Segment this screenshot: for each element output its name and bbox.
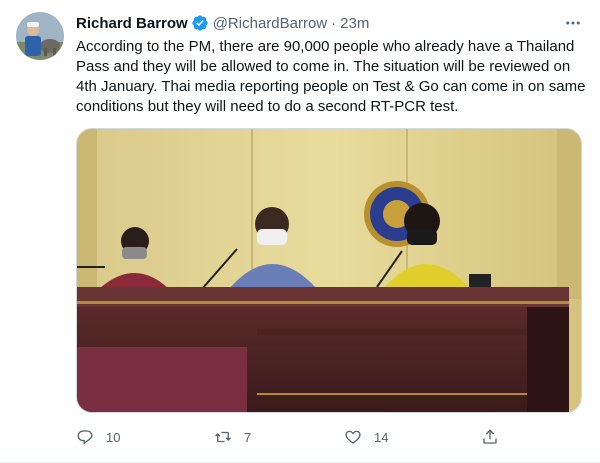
reply-button[interactable]: 10 [76, 428, 120, 446]
like-count: 14 [374, 429, 389, 445]
press-conference-photo [77, 129, 581, 412]
tweet-actions: 10 7 14 [76, 426, 506, 448]
tweet-timestamp[interactable]: 23m [340, 15, 369, 32]
tweet-card[interactable]: Richard Barrow @RichardBarrow · 23m Acco… [0, 0, 600, 463]
share-button[interactable] [481, 428, 499, 446]
heart-icon [345, 430, 361, 444]
header-separator: · [331, 14, 337, 32]
retweet-button[interactable]: 7 [214, 428, 251, 446]
tweet-media-photo[interactable] [76, 128, 582, 413]
more-dots-icon[interactable] [560, 10, 586, 36]
reply-count: 10 [106, 429, 121, 445]
avatar-image [16, 12, 64, 60]
avatar[interactable] [16, 12, 64, 60]
like-button[interactable]: 14 [344, 428, 388, 446]
author-handle[interactable]: @RichardBarrow [213, 15, 327, 32]
share-icon [483, 429, 497, 444]
verified-badge-icon [191, 14, 209, 32]
retweet-icon [215, 431, 231, 443]
author-name[interactable]: Richard Barrow [76, 15, 188, 32]
tweet-header: Richard Barrow @RichardBarrow · 23m [76, 13, 369, 33]
reply-icon [77, 430, 93, 445]
retweet-count: 7 [244, 429, 252, 445]
tweet-text: According to the PM, there are 90,000 pe… [76, 38, 586, 115]
